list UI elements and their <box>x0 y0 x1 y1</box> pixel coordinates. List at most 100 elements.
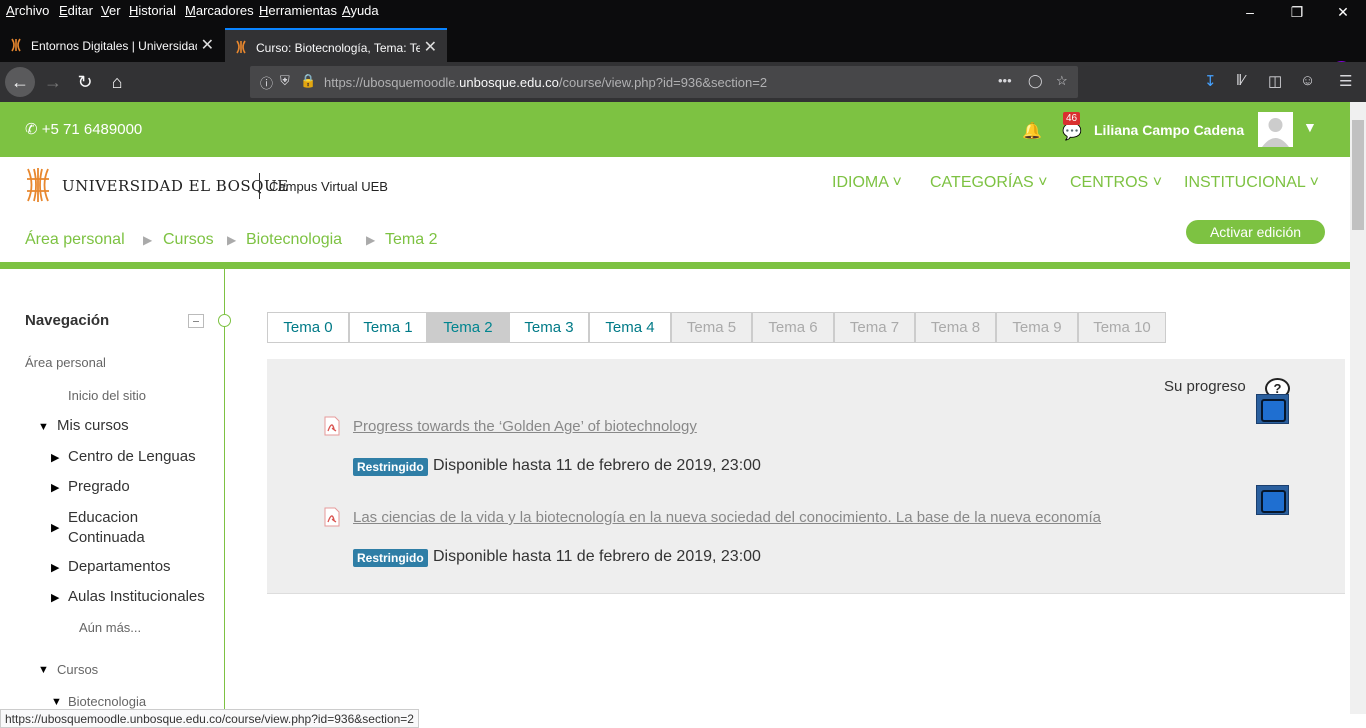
expanded-triangle-icon[interactable]: ▼ <box>38 421 49 433</box>
tab-title: Curso: Biotecnología, Tema: Te <box>256 41 420 55</box>
nav-cursos[interactable]: Cursos <box>57 662 98 677</box>
tab-tema-1[interactable]: Tema 1 <box>349 312 427 343</box>
library-icon[interactable]: ‖⁄ <box>1236 72 1245 89</box>
tab-tema-6: Tema 6 <box>752 312 834 343</box>
menu-historial[interactable]: Historial <box>129 3 176 18</box>
tab-tema-5: Tema 5 <box>671 312 752 343</box>
header-divider <box>0 262 1350 269</box>
collapsed-triangle-icon[interactable]: ▶ <box>51 481 59 494</box>
close-tab-icon[interactable]: ✕ <box>201 35 214 55</box>
phone-number: +5 71 6489000 <box>41 121 143 138</box>
chevron-down-icon: ˅ <box>1309 174 1319 191</box>
toggle-editing-button[interactable]: Activar edición <box>1186 220 1325 244</box>
page-scrollbar[interactable] <box>1350 102 1366 714</box>
expanded-triangle-icon[interactable]: ▼ <box>51 696 62 708</box>
topnav-institucional[interactable]: INSTITUCIONAL ˅ <box>1184 174 1319 192</box>
topnav-idioma[interactable]: IDIOMA ˅ <box>832 174 902 192</box>
nav-course-item[interactable]: Centro de Lenguas <box>68 448 196 465</box>
nav-area-personal[interactable]: Área personal <box>25 355 106 370</box>
browser-navbar: ← → ↻ ⌂ ⓘ ⛨ 🔒 https://ubosquemoodle.unbo… <box>0 62 1366 102</box>
tab-tema-2[interactable]: Tema 2 <box>427 312 509 343</box>
menu-archivo[interactable]: Archivo <box>6 3 49 18</box>
home-icon[interactable]: ⌂ <box>103 68 131 96</box>
browser-menubar: Archivo Editar Ver Historial Marcadores … <box>0 0 1366 28</box>
tab-tema-0[interactable]: Tema 0 <box>267 312 349 343</box>
sidebar-toggle-dot[interactable] <box>218 314 231 327</box>
ueb-favicon-icon <box>11 38 21 52</box>
messages-icon[interactable]: 💬 <box>1062 122 1082 142</box>
topnav-categorias[interactable]: CATEGORÍAS ˅ <box>930 174 1048 192</box>
avatar[interactable] <box>1258 112 1293 147</box>
breadcrumb-cursos[interactable]: Cursos <box>163 231 214 249</box>
nav-current-course[interactable]: Biotecnologia <box>68 694 146 709</box>
reload-icon[interactable]: ↻ <box>71 68 99 96</box>
logo-divider <box>259 173 260 199</box>
minimize-icon[interactable]: – <box>1240 4 1260 20</box>
collapsed-triangle-icon[interactable]: ▶ <box>51 521 59 534</box>
scrollbar-thumb[interactable] <box>1352 120 1364 230</box>
hamburger-menu-icon[interactable]: ☰ <box>1339 72 1352 90</box>
completion-checkbox[interactable] <box>1256 485 1289 515</box>
pdf-file-icon <box>324 507 340 527</box>
collapse-block-icon[interactable] <box>188 314 204 328</box>
restore-icon[interactable]: ❐ <box>1287 4 1307 21</box>
page-actions-icon[interactable]: ••• <box>998 73 1012 88</box>
notifications-bell-icon[interactable]: 🔔 <box>1022 121 1042 141</box>
browser-tab[interactable]: Entornos Digitales | Universidad ✕ <box>0 28 224 62</box>
user-name[interactable]: Liliana Campo Cadena <box>1094 122 1244 138</box>
ueb-favicon-icon <box>236 40 246 54</box>
menu-ver[interactable]: Ver <box>101 3 121 18</box>
activity-link[interactable]: Las ciencias de la vida y la biotecnolog… <box>353 509 1101 526</box>
nav-course-item[interactable]: Departamentos <box>68 558 171 575</box>
expanded-triangle-icon[interactable]: ▼ <box>38 664 49 676</box>
menu-editar[interactable]: Editar <box>59 3 93 18</box>
menu-ayuda[interactable]: Ayuda <box>342 3 379 18</box>
progress-label: Su progreso <box>1164 378 1246 395</box>
nav-course-item[interactable]: Educacion Continuada <box>68 508 188 548</box>
forward-icon[interactable]: → <box>39 68 67 96</box>
close-window-icon[interactable]: ✕ <box>1333 4 1353 21</box>
completion-checkbox[interactable] <box>1256 394 1289 424</box>
sidebar-border <box>224 269 225 714</box>
breadcrumb-current[interactable]: Tema 2 <box>385 231 437 249</box>
collapsed-triangle-icon[interactable]: ▶ <box>51 451 59 464</box>
tab-tema-4[interactable]: Tema 4 <box>589 312 671 343</box>
chevron-down-icon: ˅ <box>1038 174 1048 191</box>
nav-course-item[interactable]: Aulas Institucionales <box>68 588 205 605</box>
lock-icon[interactable]: 🔒 <box>300 73 316 89</box>
breadcrumb-area-personal[interactable]: Área personal <box>25 231 125 249</box>
shield-icon[interactable]: ⛨ <box>280 73 290 89</box>
back-icon[interactable]: ← <box>5 67 35 97</box>
collapsed-triangle-icon[interactable]: ▶ <box>51 591 59 604</box>
topnav-centros[interactable]: CENTROS ˅ <box>1070 174 1162 192</box>
chevron-down-icon: ˅ <box>1152 174 1163 191</box>
nav-course-item[interactable]: Pregrado <box>68 478 130 495</box>
nav-inicio-sitio[interactable]: Inicio del sitio <box>68 388 146 403</box>
ueb-logo-mark-icon <box>27 168 49 202</box>
tab-tema-7: Tema 7 <box>834 312 915 343</box>
account-icon[interactable]: ☺ <box>1300 72 1315 89</box>
menu-marcadores[interactable]: Marcadores <box>185 3 254 18</box>
phone-info: ✆ +5 71 6489000 <box>25 120 142 138</box>
user-menu-caret-icon[interactable]: ▼ <box>1303 119 1317 135</box>
bookmark-star-icon[interactable]: ☆ <box>1056 73 1068 89</box>
close-tab-icon[interactable]: ✕ <box>424 37 437 57</box>
pocket-icon[interactable]: ◯ <box>1028 73 1043 89</box>
nav-more-link[interactable]: Aún más... <box>79 620 141 635</box>
activity-link[interactable]: Progress towards the ‘Golden Age’ of bio… <box>353 418 697 435</box>
menu-herramientas[interactable]: Herramientas <box>259 3 337 18</box>
collapsed-triangle-icon[interactable]: ▶ <box>51 561 59 574</box>
breadcrumb-separator-icon: ▶ <box>143 233 153 247</box>
breadcrumb-course[interactable]: Biotecnologia <box>246 231 342 249</box>
sidebar-icon[interactable]: ◫ <box>1268 72 1282 90</box>
university-name: UNIVERSIDAD EL BOSQUE <box>62 177 289 195</box>
url-bar[interactable]: ⓘ ⛨ 🔒 https://ubosquemoodle.unbosque.edu… <box>250 66 1078 98</box>
nav-mis-cursos[interactable]: Mis cursos <box>57 417 129 434</box>
user-avatar-icon <box>1262 118 1289 147</box>
browser-tab-active[interactable]: Curso: Biotecnología, Tema: Te ✕ <box>225 28 447 62</box>
tab-tema-9: Tema 9 <box>996 312 1078 343</box>
downloads-icon[interactable]: ↧ <box>1204 72 1217 90</box>
tab-tema-3[interactable]: Tema 3 <box>509 312 589 343</box>
breadcrumb-separator-icon: ▶ <box>227 233 237 247</box>
info-icon[interactable]: ⓘ <box>260 73 273 92</box>
